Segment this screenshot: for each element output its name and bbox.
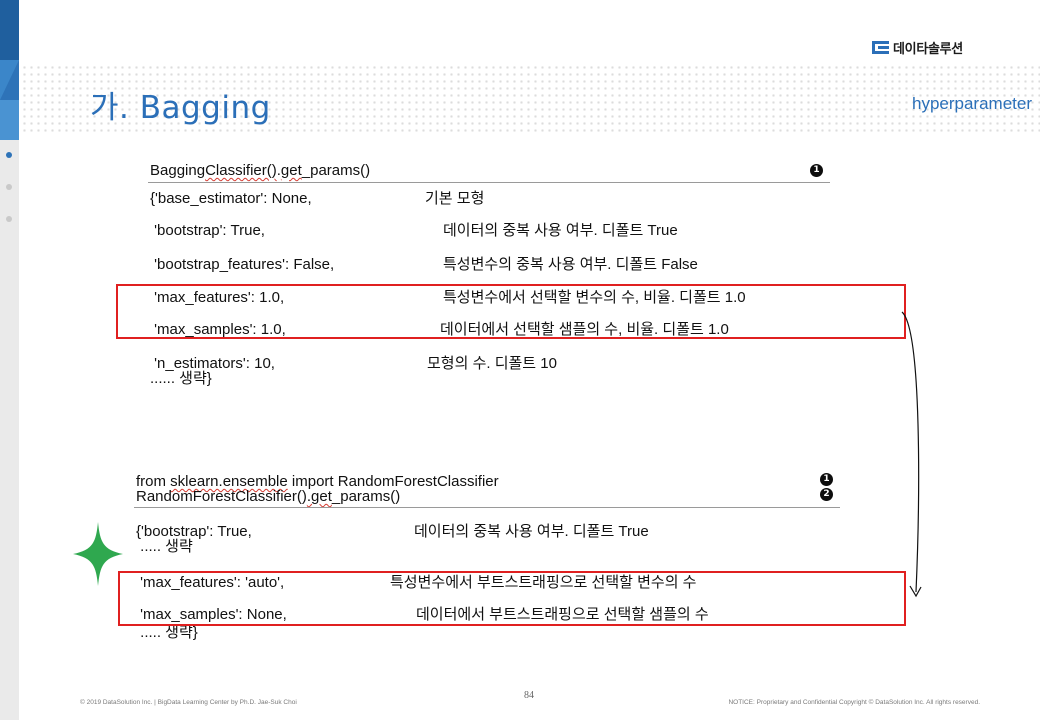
brand-logo-icon [872, 41, 889, 54]
block2-divider [134, 507, 840, 508]
block1-row-desc: 특성변수의 중복 사용 여부. 디폴트 False [443, 256, 698, 273]
block2-ellipsis: ..... 생략 [136, 538, 193, 555]
block2-badge-2: 2 [820, 488, 833, 501]
sparkle-star-icon [73, 522, 123, 586]
block1-row-desc: 데이터의 중복 사용 여부. 디폴트 True [443, 222, 678, 239]
highlight-box-bagging [116, 284, 906, 339]
footer-left: © 2019 DataSolution Inc. | BigData Learn… [80, 699, 297, 706]
block1-header-suffix: _params() [301, 162, 371, 179]
brand-logo: 데이타솔루션 [872, 38, 963, 57]
block2-call-class: RandomForestClassifier() [136, 488, 307, 505]
block1-row-key: 'bootstrap': True, [150, 222, 265, 239]
block1-row-desc: 모형의 수. 디폴트 10 [427, 355, 557, 372]
connector-arrow-icon [901, 311, 922, 598]
block1-row-desc: 기본 모형 [425, 190, 485, 207]
nav-dot-3[interactable] [6, 216, 12, 222]
slide-subtitle: hyperparameter [911, 94, 1032, 113]
block2-call-get: .get [306, 488, 332, 505]
block1-ellipsis: ...... 생략} [150, 370, 212, 387]
block2-ellipsis: ..... 생략} [136, 624, 198, 641]
block2-badge-1: 1 [820, 473, 833, 486]
block1-header-prefix: Bagging [150, 162, 206, 179]
block1-header-call: Classifier() [205, 162, 277, 179]
block1-divider [148, 182, 830, 183]
block1-row-key: {'base_estimator': None, [150, 190, 312, 207]
corner-decoration [0, 0, 19, 140]
block1-row-key: 'bootstrap_features': False, [150, 256, 335, 273]
block1-header-get: get [280, 162, 302, 179]
page-number: 84 [524, 690, 534, 701]
footer-right: NOTICE: Proprietary and Confidential Cop… [728, 699, 980, 706]
block2-call-suffix: _params() [331, 488, 401, 505]
slide-title: 가. Bagging [90, 90, 271, 126]
highlight-box-randomforest [118, 571, 906, 626]
block1-badge-1: 1 [810, 164, 823, 177]
block2-row-desc: 데이터의 중복 사용 여부. 디폴트 True [414, 523, 649, 540]
block1-header: BaggingClassifier().get_params() [150, 162, 370, 179]
brand-name: 데이타솔루션 [893, 42, 963, 57]
block2-call-line: RandomForestClassifier().get_params() [136, 488, 400, 505]
nav-dot-2[interactable] [6, 184, 12, 190]
nav-dot-1[interactable] [6, 152, 12, 158]
